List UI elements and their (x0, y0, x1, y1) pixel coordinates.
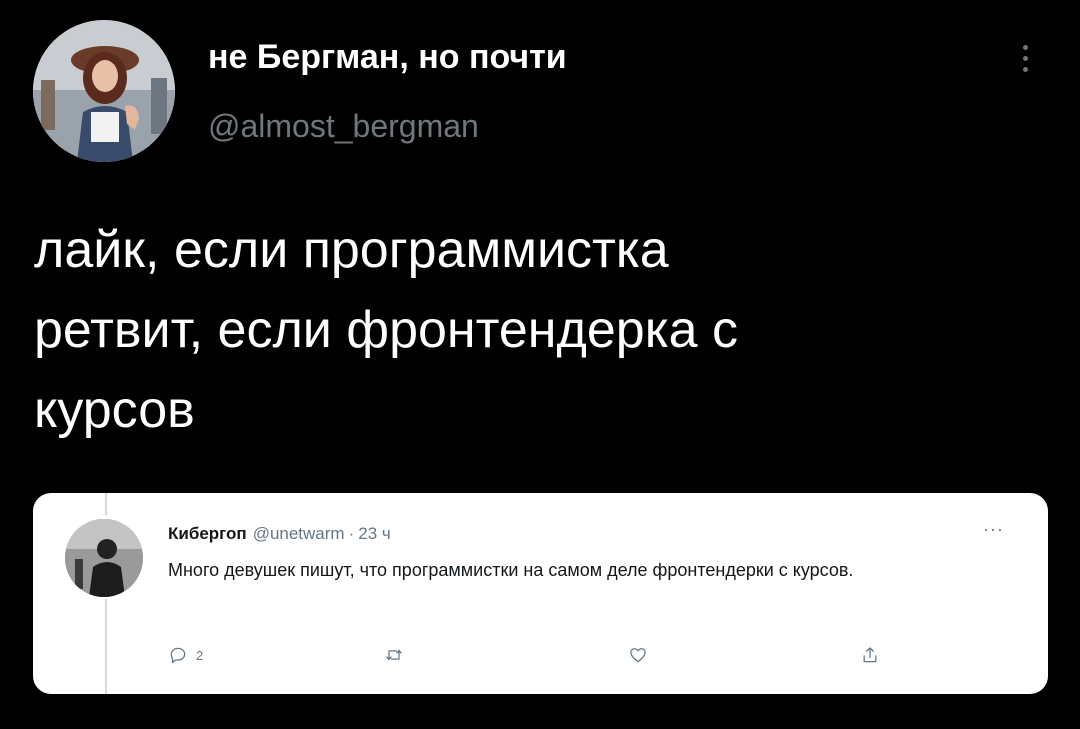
retweet-icon (386, 649, 402, 661)
more-dot (1022, 67, 1028, 72)
quoted-author-name: Кибергоп (168, 524, 247, 543)
quoted-reply-count: 2 (196, 647, 204, 663)
more-dot (1022, 45, 1028, 50)
quoted-header-separator: · (348, 524, 355, 543)
quoted-author-handle: @unetwarm (252, 524, 345, 543)
like-icon (630, 648, 646, 663)
quoted-tweet-screenshot: Кибергоп @unetwarm · 23 ч ··· Много девушек… (33, 493, 1048, 694)
thread-line-bottom (105, 599, 107, 694)
author-handle[interactable]: @almost_bergman (208, 108, 479, 145)
quoted-share-action (860, 643, 880, 667)
share-icon (863, 647, 877, 663)
quoted-tweet-header: Кибергоп @unetwarm · 23 ч (168, 524, 391, 544)
quoted-author-avatar (65, 519, 143, 597)
author-display-name[interactable]: не Бергман, но почти (208, 38, 567, 77)
quoted-tweet-actions: 2 (168, 643, 888, 667)
quoted-tweet-time: 23 ч (358, 524, 391, 543)
reply-icon (170, 647, 186, 664)
author-avatar[interactable] (33, 20, 175, 162)
author-avatar-image (33, 20, 175, 162)
quoted-reply-action: 2 (168, 643, 203, 667)
quoted-like-action (628, 643, 648, 667)
quoted-more-icon: ··· (983, 519, 1004, 539)
tweet-text: лайк, если программистка ретвит, если фр… (34, 221, 738, 439)
quoted-retweet-action (384, 643, 404, 667)
quoted-author-avatar-image (65, 519, 143, 597)
thread-line-top (105, 493, 107, 515)
more-vertical-icon[interactable] (1012, 42, 1038, 84)
quoted-tweet-text: Много девушек пишут, что программистки н… (168, 560, 854, 580)
more-dot (1022, 56, 1028, 61)
